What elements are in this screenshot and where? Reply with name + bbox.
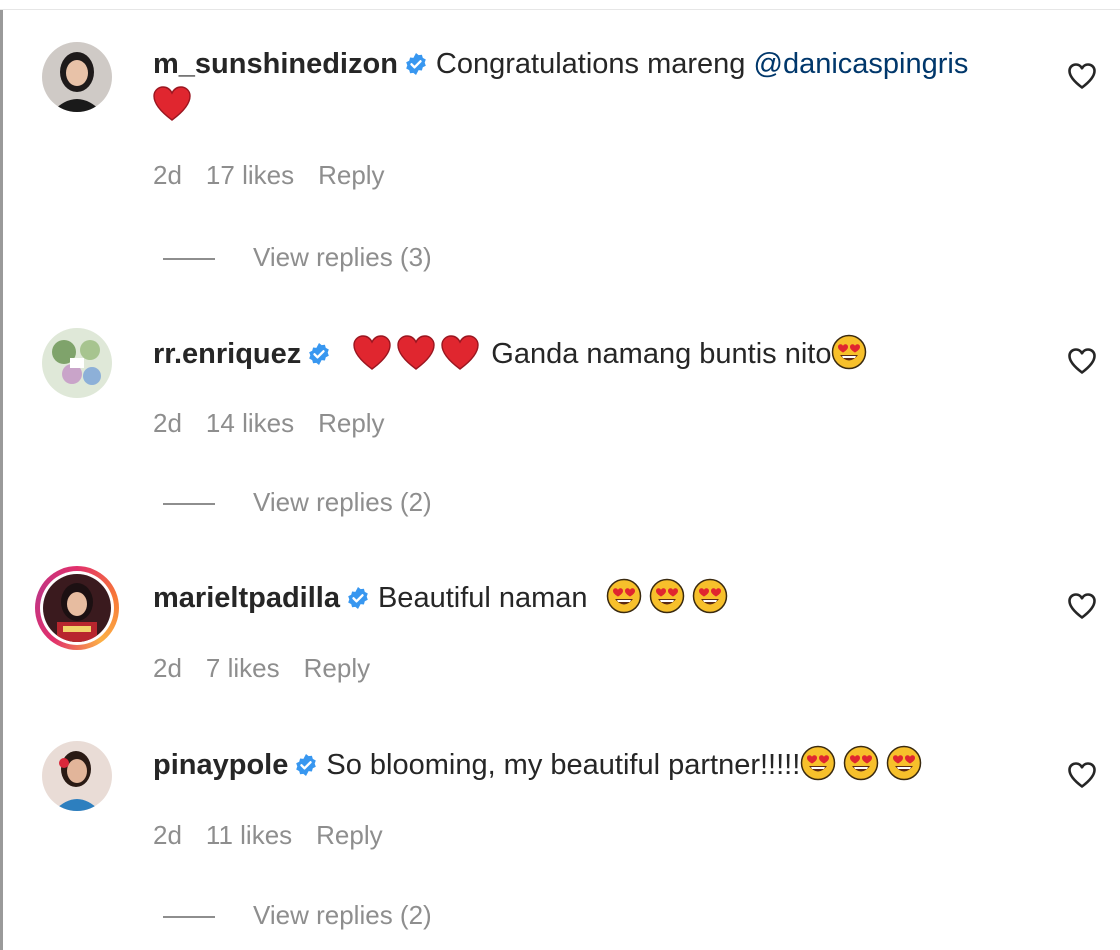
heart-eyes-emoji-icon xyxy=(844,745,879,781)
view-replies-button[interactable]: View replies (2) xyxy=(163,900,432,931)
like-count[interactable]: 7 likes xyxy=(206,653,280,683)
verified-badge-icon xyxy=(296,754,317,776)
username-link[interactable]: marieltpadilla xyxy=(153,582,340,614)
view-replies-label: View replies (3) xyxy=(253,242,432,272)
like-count[interactable]: 11 likes xyxy=(206,820,292,850)
heart-outline-icon[interactable] xyxy=(1067,761,1097,789)
comment-meta: 2d 17 likes Reply xyxy=(153,160,409,191)
verified-badge-icon xyxy=(406,53,426,75)
comment-body: So blooming, my beautiful partner!!!!! xyxy=(326,749,801,781)
comment-time[interactable]: 2d xyxy=(153,408,182,438)
comment-text: marieltpadilla Beautiful naman xyxy=(153,578,735,616)
red-heart-emoji-icon xyxy=(353,335,391,370)
comment-text: pinaypole So blooming, my beautiful partn… xyxy=(153,745,929,783)
comment-body: Ganda namang buntis nito xyxy=(491,338,832,370)
avatar[interactable] xyxy=(42,741,112,811)
window-top-border xyxy=(0,0,1120,10)
heart-outline-icon[interactable] xyxy=(1067,592,1097,620)
divider-line xyxy=(163,258,215,261)
heart-eyes-emoji-icon xyxy=(606,578,641,614)
reply-button[interactable]: Reply xyxy=(304,653,370,683)
comment-meta: 2d 11 likes Reply xyxy=(153,820,407,851)
heart-eyes-emoji-icon xyxy=(887,745,922,781)
comment-time[interactable]: 2d xyxy=(153,160,182,190)
like-count[interactable]: 14 likes xyxy=(206,408,294,438)
avatar[interactable] xyxy=(42,328,112,398)
avatar[interactable] xyxy=(42,42,112,112)
heart-eyes-emoji-icon xyxy=(649,578,684,614)
username-link[interactable]: rr.enriquez xyxy=(153,338,301,370)
window-left-border xyxy=(0,0,3,950)
red-heart-emoji-icon xyxy=(153,86,191,121)
divider-line xyxy=(163,916,215,919)
comment-text-continuation xyxy=(153,86,197,123)
comment-time[interactable]: 2d xyxy=(153,820,182,850)
verified-badge-icon xyxy=(348,587,368,609)
heart-outline-icon[interactable] xyxy=(1067,62,1097,90)
reply-button[interactable]: Reply xyxy=(316,820,382,850)
heart-outline-icon[interactable] xyxy=(1067,347,1097,375)
red-heart-emoji-icon xyxy=(397,335,435,370)
comment-text: m_sunshinedizon Congratulations mareng @d… xyxy=(153,46,968,82)
comment-body: Beautiful naman xyxy=(377,582,596,614)
comment-time[interactable]: 2d xyxy=(153,653,182,683)
heart-eyes-emoji-icon xyxy=(801,745,836,781)
verified-badge-icon xyxy=(309,343,330,365)
red-heart-emoji-icon xyxy=(441,335,479,370)
heart-eyes-emoji-icon xyxy=(832,334,867,370)
comment-body: Congratulations mareng xyxy=(435,48,754,80)
mention-link[interactable]: @danicaspingris xyxy=(754,48,969,80)
divider-line xyxy=(163,503,215,506)
reply-button[interactable]: Reply xyxy=(318,160,384,190)
username-link[interactable]: pinaypole xyxy=(153,749,288,781)
avatar-ring-gap xyxy=(40,571,114,645)
avatar xyxy=(43,574,111,642)
avatar-story-ring[interactable] xyxy=(35,566,119,650)
view-replies-label: View replies (2) xyxy=(253,487,432,517)
heart-eyes-emoji-icon xyxy=(692,578,727,614)
view-replies-label: View replies (2) xyxy=(253,900,432,930)
comment-text: rr.enriquez Ganda namang buntis nito xyxy=(153,334,874,372)
view-replies-button[interactable]: View replies (3) xyxy=(163,242,432,273)
username-link[interactable]: m_sunshinedizon xyxy=(153,48,398,80)
like-count[interactable]: 17 likes xyxy=(206,160,294,190)
reply-button[interactable]: Reply xyxy=(318,408,384,438)
comment-meta: 2d 7 likes Reply xyxy=(153,653,394,684)
comment-meta: 2d 14 likes Reply xyxy=(153,408,409,439)
view-replies-button[interactable]: View replies (2) xyxy=(163,487,432,518)
